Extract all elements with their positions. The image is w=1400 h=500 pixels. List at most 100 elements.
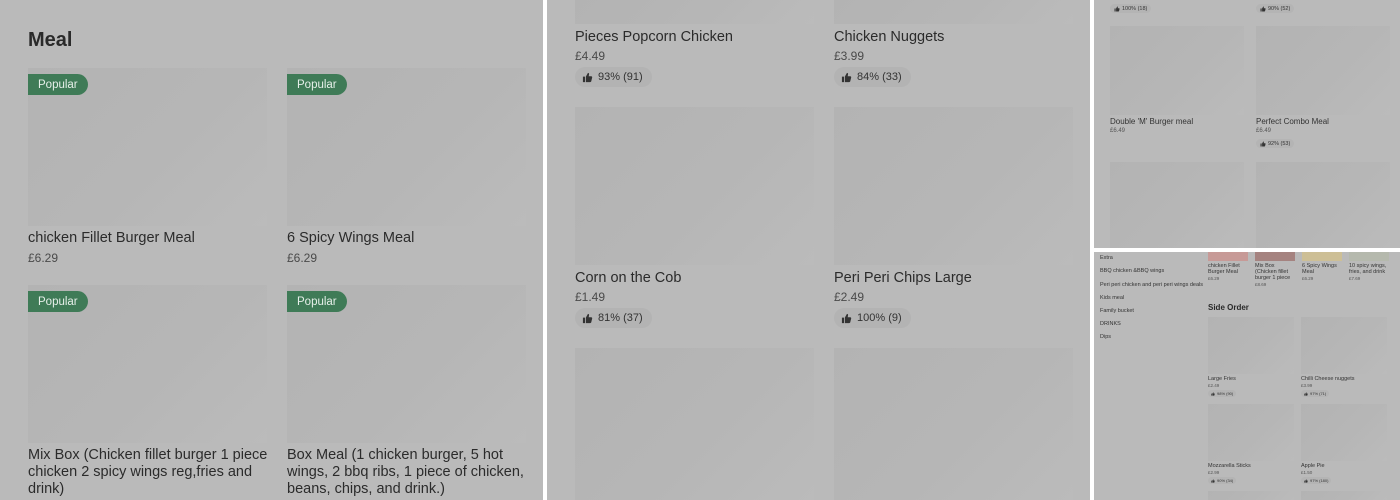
- popular-badge: Popular: [287, 74, 347, 95]
- item-price: £6.29: [1208, 276, 1220, 281]
- thumbs-up-icon: [841, 72, 852, 82]
- thumbs-up-icon: [841, 313, 852, 323]
- section-title: Meal: [28, 29, 73, 51]
- item-name: Peri Peri Chips Large: [834, 270, 972, 286]
- rating-text: 90% (52): [1268, 5, 1291, 12]
- item-image: [1110, 26, 1244, 115]
- thumbs-up-icon: [1211, 478, 1215, 483]
- item-price: £6.49: [1110, 128, 1126, 134]
- item-image[interactable]: [1208, 491, 1294, 500]
- item-price: £4.49: [575, 49, 606, 63]
- item-price: £1.49: [575, 290, 606, 304]
- nav-item-bbq-chicken[interactable]: BBQ chicken &BBQ wings: [1100, 268, 1164, 274]
- item-price: £6.29: [287, 251, 318, 265]
- item-image: [1208, 317, 1294, 374]
- nav-item-kids-meal[interactable]: Kids meal: [1100, 295, 1124, 301]
- rating-pill: 90% (34): [1208, 477, 1237, 484]
- item-name: Chicken Nuggets: [834, 29, 945, 45]
- rating-text: 81% (37): [598, 312, 643, 324]
- thumbs-up-icon: [1260, 141, 1266, 146]
- item-image: [1208, 404, 1294, 461]
- item-name: Apple Pie: [1301, 463, 1325, 469]
- section-title: Side Order: [1208, 303, 1249, 312]
- item-price: £2.49: [1208, 383, 1220, 388]
- rating-pill: 100% (18): [1110, 4, 1152, 13]
- rating-pill: 84% (33): [834, 67, 911, 87]
- nav-item-peri-peri[interactable]: Peri peri chicken and peri peri wings de…: [1100, 282, 1203, 288]
- item-price: £1.50: [1301, 470, 1313, 475]
- item-name: Double 'M' Burger meal: [1110, 117, 1194, 126]
- item-name: Mozzarella Sticks: [1208, 463, 1251, 469]
- item-image: [1301, 404, 1387, 461]
- item-image: [834, 0, 1073, 24]
- item-name: Mix Box (Chicken fillet burger 1 piece c…: [28, 447, 268, 497]
- rating-text: 97% (180): [1310, 478, 1329, 483]
- item-name: 6 Spicy Wings Meal: [287, 230, 415, 246]
- item-image: [575, 107, 814, 265]
- item-image: [1349, 252, 1389, 261]
- popular-badge: Popular: [28, 291, 88, 312]
- item-price: £3.99: [834, 49, 865, 63]
- item-image[interactable]: [575, 348, 814, 500]
- rating-text: 92% (53): [1268, 140, 1291, 147]
- item-name: Large Fries: [1208, 376, 1236, 382]
- item-name: Chilli Cheese nuggets: [1301, 376, 1355, 382]
- rating-text: 90% (34): [1217, 478, 1234, 483]
- meal-section-panel: Meal Popular chicken Fillet Burger Meal …: [0, 0, 543, 500]
- rating-pill: 97% (71): [1301, 390, 1330, 397]
- item-image: [575, 0, 814, 24]
- item-price: £2.49: [834, 290, 865, 304]
- rating-pill: 100% (9): [834, 308, 911, 328]
- category-overview-panel: Extra BBQ chicken &BBQ wings Peri peri c…: [1094, 252, 1400, 500]
- meal-deals-panel: 100% (18) 90% (52) Double 'M' Burger mea…: [1094, 0, 1400, 248]
- item-price: £6.29: [28, 251, 59, 265]
- rating-text: 100% (18): [1122, 5, 1148, 12]
- rating-pill: 93% (91): [575, 67, 652, 87]
- item-name: Perfect Combo Meal: [1256, 117, 1329, 126]
- rating-pill: 81% (37): [575, 308, 652, 328]
- item-name: 6 Spicy Wings Meal: [1302, 263, 1337, 275]
- thumbs-up-icon: [1304, 391, 1308, 396]
- nav-item-drinks[interactable]: DRINKS: [1100, 321, 1121, 327]
- item-price: £8.69: [1255, 282, 1267, 287]
- item-price: £6.49: [1256, 128, 1272, 134]
- item-price: £3.99: [1301, 383, 1313, 388]
- rating-text: 84% (33): [857, 71, 902, 83]
- item-name: Pieces Popcorn Chicken: [575, 29, 733, 45]
- rating-pill: 90% (52): [1256, 4, 1295, 13]
- thumbs-up-icon: [582, 72, 593, 82]
- item-image: [1256, 26, 1390, 115]
- item-price: £6.29: [1302, 276, 1314, 281]
- item-price: £7.69: [1349, 276, 1361, 281]
- rating-text: 93% (91): [598, 71, 643, 83]
- item-image[interactable]: [1256, 162, 1390, 248]
- rating-pill: 97% (180): [1301, 477, 1332, 484]
- thumbs-up-icon: [1304, 478, 1308, 483]
- item-image[interactable]: [1110, 162, 1244, 248]
- item-name: Corn on the Cob: [575, 270, 682, 286]
- rating-pill: 92% (53): [1256, 139, 1295, 148]
- thumbs-up-icon: [1114, 6, 1120, 11]
- nav-item-family-bucket[interactable]: Family bucket: [1100, 308, 1134, 314]
- side-items-panel: Pieces Popcorn Chicken £4.49 93% (91) Ch…: [547, 0, 1090, 500]
- item-name: chicken Fillet Burger Meal: [1208, 263, 1240, 275]
- item-image: [1301, 317, 1387, 374]
- item-price: £2.99: [1208, 470, 1220, 475]
- rating-text: 97% (71): [1310, 391, 1327, 396]
- item-image: [834, 107, 1073, 265]
- thumbs-up-icon: [1211, 391, 1215, 396]
- nav-item-dips[interactable]: Dips: [1100, 334, 1111, 340]
- nav-item-extra[interactable]: Extra: [1100, 255, 1113, 261]
- popular-badge: Popular: [287, 291, 347, 312]
- thumbs-up-icon: [1260, 6, 1266, 11]
- item-image: [1302, 252, 1342, 261]
- rating-text: 98% (90): [1217, 391, 1234, 396]
- item-name: chicken Fillet Burger Meal: [28, 230, 195, 246]
- rating-pill: 98% (90): [1208, 390, 1237, 397]
- item-image[interactable]: [834, 348, 1073, 500]
- item-image: [1208, 252, 1248, 261]
- item-image[interactable]: [1301, 491, 1387, 500]
- item-name: Mix Box (Chicken fillet burger 1 piece: [1255, 263, 1291, 281]
- rating-text: 100% (9): [857, 312, 902, 324]
- popular-badge: Popular: [28, 74, 88, 95]
